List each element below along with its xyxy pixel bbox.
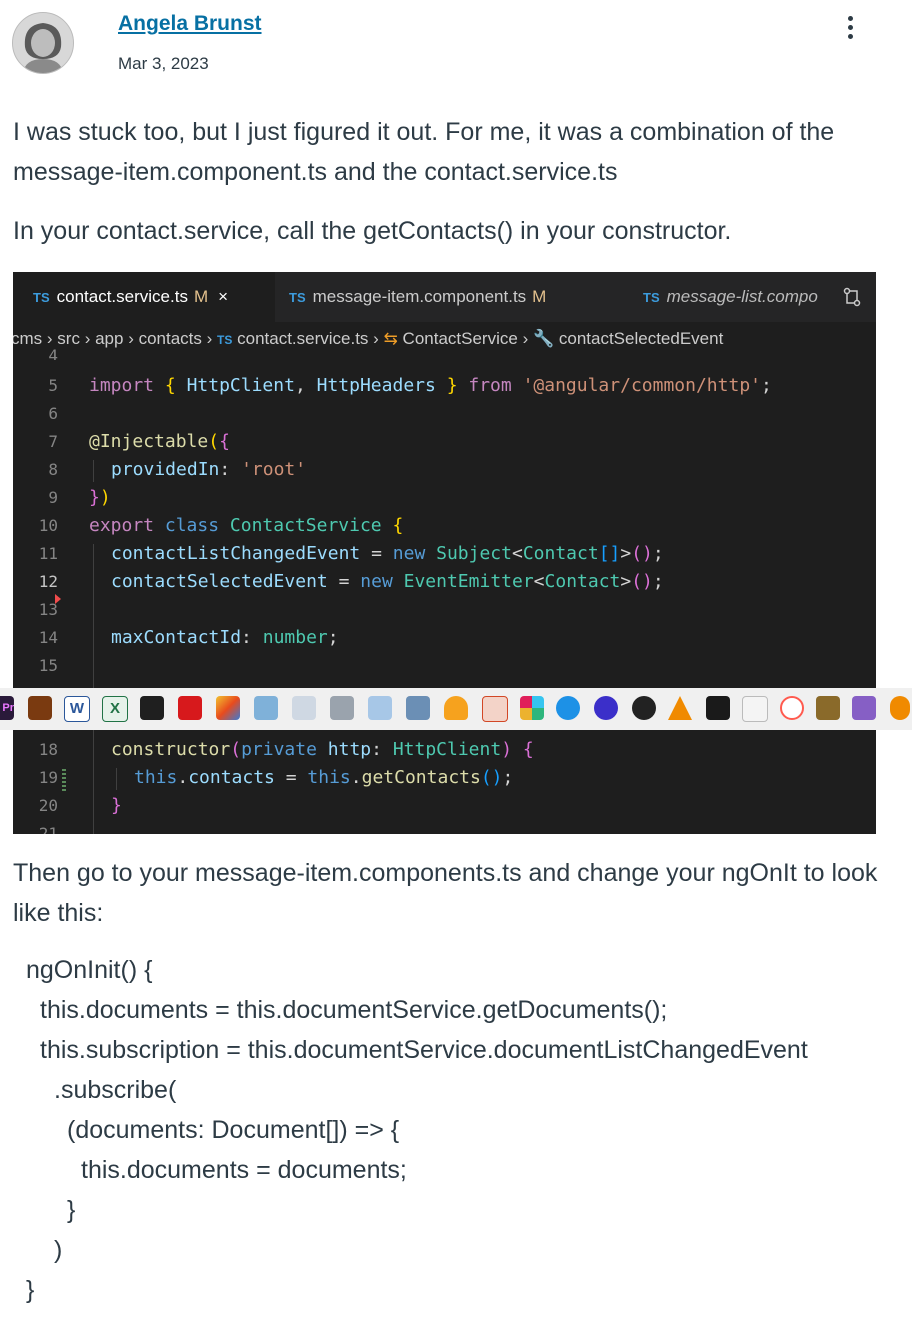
line-number: 8	[48, 460, 58, 479]
code-text-line: (documents: Document[]) => {	[67, 1116, 400, 1144]
code-text-line: this.subscription = this.documentService…	[40, 1036, 808, 1064]
acrobat-red-icon[interactable]	[178, 696, 202, 720]
class-icon: ⇆	[383, 329, 398, 348]
code-line: providedIn: 'root'	[111, 459, 307, 480]
chevron-right-icon: ›	[84, 329, 96, 348]
code-line: }	[111, 795, 122, 816]
code-screenshot: TS contact.service.ts M × TS message-item.co…	[13, 272, 876, 834]
line-number: 9	[48, 488, 58, 507]
ts-icon: TS	[33, 290, 50, 305]
crumb-file[interactable]: contact.service.ts	[237, 329, 368, 348]
network-icon[interactable]	[254, 696, 278, 720]
vlc-icon[interactable]	[668, 696, 692, 720]
chevron-right-icon: ›	[522, 329, 533, 348]
docker-icon[interactable]	[556, 696, 580, 720]
code-line: })	[89, 487, 111, 508]
crumb-app[interactable]: app	[95, 329, 123, 348]
arrow-icon[interactable]	[742, 696, 768, 722]
more-options-icon[interactable]	[836, 12, 864, 42]
slack-icon[interactable]	[520, 696, 544, 720]
visual-studio-icon[interactable]	[852, 696, 876, 720]
avatar[interactable]	[12, 12, 74, 74]
breakpoint-marker-icon	[55, 594, 61, 604]
browser-icon[interactable]	[780, 696, 804, 720]
post-paragraph-1: I was stuck too, but I just figured it o…	[13, 118, 835, 186]
window-icon[interactable]	[368, 696, 392, 720]
code-text-line: }	[26, 1276, 35, 1304]
line-number: 19	[38, 768, 58, 787]
code-line: this.contacts = this.getContacts();	[134, 767, 514, 788]
line-number: 6	[48, 404, 58, 423]
breadcrumb: cms › src › app › contacts › TS contact.…	[13, 324, 876, 354]
lightbulb-icon[interactable]	[444, 696, 468, 720]
chevron-right-icon: ›	[128, 329, 139, 348]
code-text-line: }	[67, 1196, 76, 1224]
author-link[interactable]: Angela Brunst	[118, 12, 262, 36]
post-paragraph-2: In your contact.service, call the getCon…	[13, 217, 732, 245]
line-number: 18	[38, 740, 58, 759]
crumb-src[interactable]: src	[57, 329, 80, 348]
line-number: 20	[38, 796, 58, 815]
excel-icon[interactable]: X	[102, 696, 128, 722]
code-text-line: ngOnInit() {	[26, 956, 153, 984]
code-line: constructor(private http: HttpClient) {	[111, 739, 534, 760]
post-date: Mar 3, 2023	[118, 54, 209, 73]
app2-icon[interactable]	[816, 696, 840, 720]
code-line: export class ContactService {	[89, 515, 404, 536]
premiere-icon[interactable]: Pr	[0, 696, 14, 720]
blender-icon[interactable]	[890, 696, 910, 720]
line-number: 13	[38, 600, 58, 619]
ts-icon: TS	[217, 333, 233, 347]
app-icon[interactable]	[28, 696, 52, 720]
printer-icon[interactable]	[330, 696, 354, 720]
code-line: import { HttpClient, HttpHeaders } from …	[89, 375, 772, 396]
close-icon[interactable]: ×	[218, 287, 228, 306]
compare-changes-icon[interactable]	[841, 286, 863, 308]
ts-icon: TS	[643, 290, 660, 305]
line-number: 7	[48, 432, 58, 451]
code-text-line: this.documents = documents;	[81, 1156, 407, 1184]
line-number: 5	[48, 376, 58, 395]
wrench-icon: 🔧	[532, 329, 555, 348]
line-number: 4	[48, 346, 58, 360]
crumb-property[interactable]: contactSelectedEvent	[559, 329, 723, 348]
line-number: 15	[38, 656, 58, 675]
acrobat-icon[interactable]	[140, 696, 164, 720]
post-header: Angela Brunst Mar 3, 2023	[0, 0, 912, 90]
folder-icon[interactable]	[406, 696, 430, 720]
code-line: maxContactId: number;	[111, 627, 339, 648]
code-line: @Injectable({	[89, 431, 230, 452]
paint-icon[interactable]	[216, 696, 240, 720]
line-number: 21	[38, 824, 58, 834]
powerpoint-icon[interactable]	[482, 696, 508, 722]
editor-tab-bar: TS contact.service.ts M × TS message-item.co…	[13, 272, 876, 322]
chevron-right-icon: ›	[373, 329, 384, 348]
tab-message-item[interactable]: TS message-item.component.ts M	[269, 272, 619, 322]
tool-icon[interactable]	[706, 696, 730, 720]
circle-icon[interactable]	[594, 696, 618, 720]
code-line: contactListChangedEvent = new Subject<Co…	[111, 543, 664, 564]
line-number: 11	[38, 544, 58, 563]
line-number: 14	[38, 628, 58, 647]
code-text-line: this.documents = this.documentService.ge…	[40, 996, 668, 1024]
post-paragraph-3: Then go to your message-item.components.…	[13, 859, 878, 927]
diff-marker	[62, 769, 66, 791]
image-icon[interactable]	[292, 696, 316, 720]
taskbar: Pr W X	[0, 688, 912, 730]
code-text-line: .subscribe(	[54, 1076, 177, 1104]
crumb-class[interactable]: ContactService	[403, 329, 518, 348]
code-text-line: )	[54, 1236, 63, 1264]
crumb-contacts[interactable]: contacts	[139, 329, 202, 348]
obs-icon[interactable]	[632, 696, 656, 720]
tab-message-list[interactable]: TS message-list.compo	[623, 272, 838, 322]
line-number: 12	[38, 572, 58, 591]
code-line: contactSelectedEvent = new EventEmitter<…	[111, 571, 664, 592]
tab-contact-service[interactable]: TS contact.service.ts M ×	[13, 272, 275, 322]
ts-icon: TS	[289, 290, 306, 305]
word-icon[interactable]: W	[64, 696, 90, 722]
line-number: 10	[38, 516, 58, 535]
chevron-right-icon: ›	[206, 329, 218, 348]
